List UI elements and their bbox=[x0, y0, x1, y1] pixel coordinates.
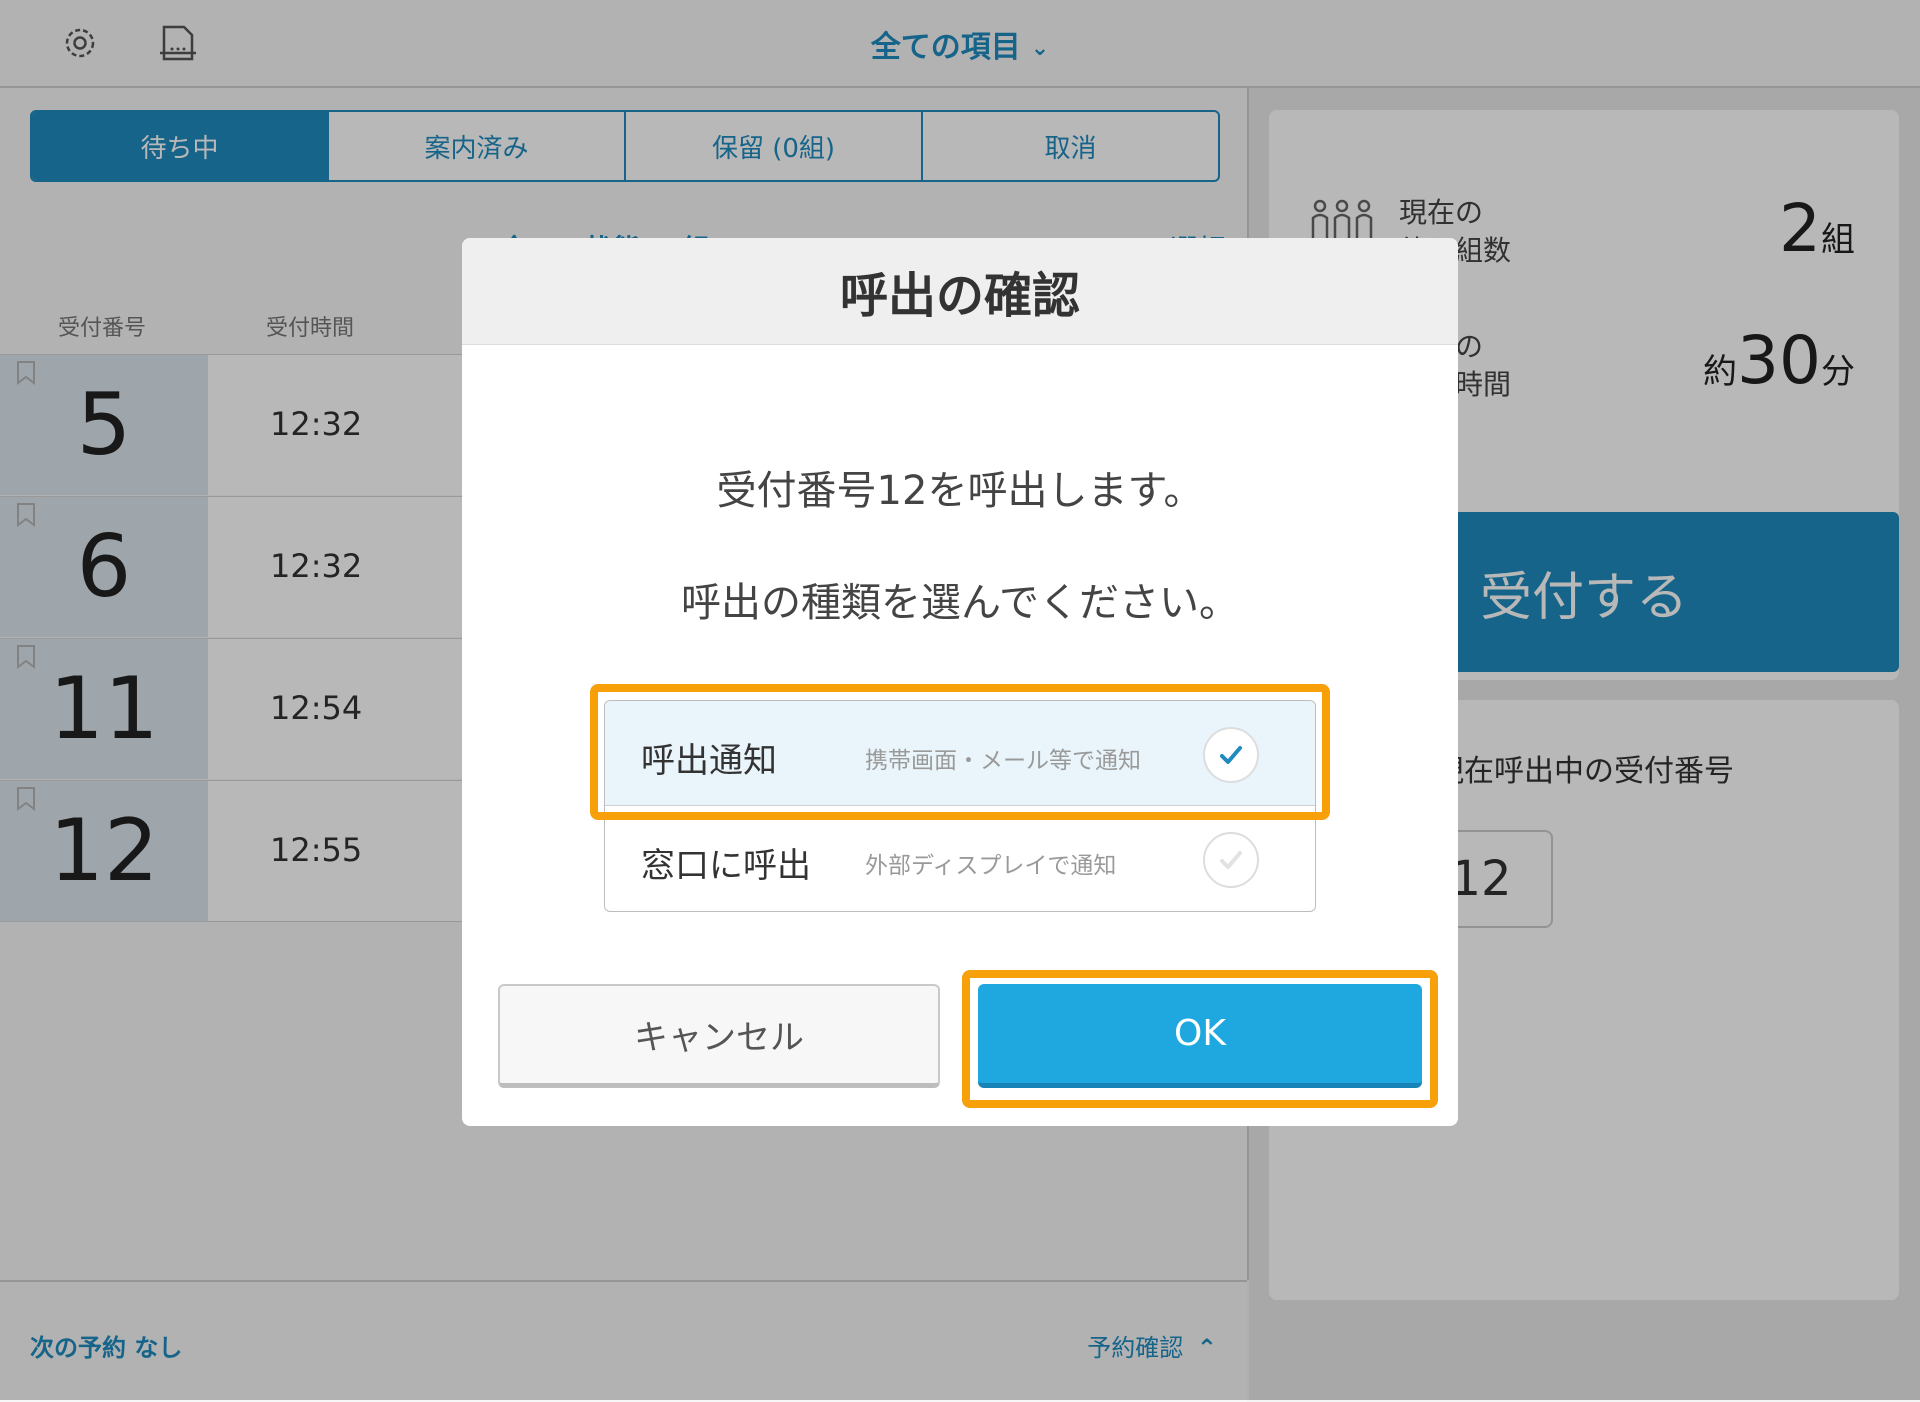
dialog-message-line2: 呼出の種類を選んでください。 bbox=[681, 580, 1239, 626]
option-description: 外部ディスプレイで通知 bbox=[865, 853, 1117, 879]
cancel-button[interactable]: キャンセル bbox=[498, 984, 940, 1088]
dialog-title: 呼出の確認 bbox=[462, 238, 1458, 345]
highlight-frame-ok bbox=[962, 970, 1438, 1108]
check-icon bbox=[1203, 832, 1259, 888]
option-label: 窓口に呼出 bbox=[641, 846, 811, 886]
dialog-message-line1: 受付番号12を呼出します。 bbox=[716, 468, 1204, 514]
highlight-frame-option bbox=[590, 684, 1330, 820]
option-counter-call[interactable]: 窓口に呼出 外部ディスプレイで通知 bbox=[605, 806, 1315, 910]
